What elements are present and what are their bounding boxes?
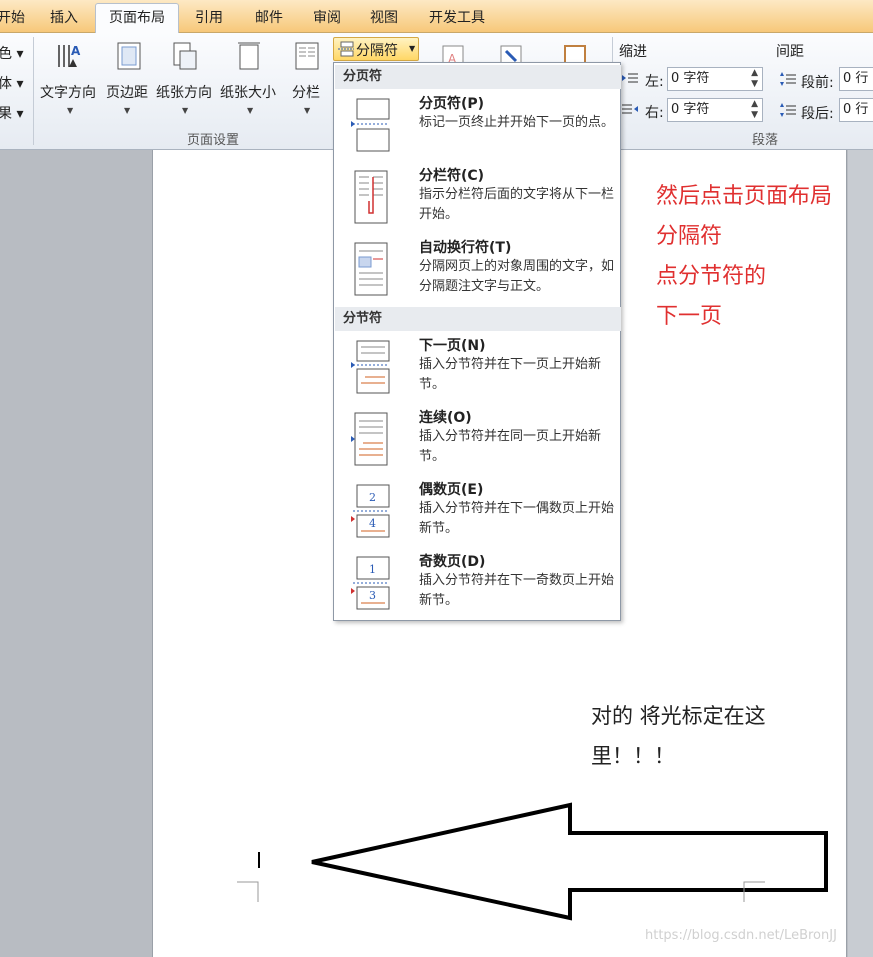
svg-text:1: 1: [369, 563, 376, 576]
breaks-dropdown-menu: 分页符 分页符(P) 标记一页终止并开始下一页的点。 分栏符(C) 指示分栏符后…: [333, 62, 621, 621]
svg-text:4: 4: [369, 517, 376, 530]
menu-item-column-break[interactable]: 分栏符(C) 指示分栏符后面的文字将从下一栏开始。: [335, 163, 621, 231]
menu-item-even-page[interactable]: 2 4 偶数页(E) 插入分节符并在下一偶数页上开始新节。: [335, 477, 621, 545]
section-breaks-header: 分节符: [335, 307, 621, 331]
next-page-break-icon: [351, 340, 390, 394]
menu-item-title: 下一页(N): [419, 338, 486, 354]
even-page-break-icon: 2 4: [351, 484, 390, 538]
menu-item-title: 分栏符(C): [419, 168, 485, 184]
menu-item-title: 奇数页(D): [419, 554, 486, 570]
menu-item-next-page[interactable]: 下一页(N) 插入分节符并在下一页上开始新节。: [335, 333, 621, 401]
menu-item-title: 分页符(P): [419, 96, 485, 112]
menu-item-desc: 插入分节符并在下一奇数页上开始新节。: [419, 573, 615, 608]
menu-item-title: 偶数页(E): [419, 482, 484, 498]
menu-item-desc: 指示分栏符后面的文字将从下一栏开始。: [419, 187, 615, 222]
menu-item-page-break[interactable]: 分页符(P) 标记一页终止并开始下一页的点。: [335, 91, 621, 159]
text-wrapping-break-icon: [354, 242, 388, 296]
menu-item-odd-page[interactable]: 1 3 奇数页(D) 插入分节符并在下一奇数页上开始新节。: [335, 549, 621, 617]
watermark-text: https://blog.csdn.net/LeBronJJ: [645, 928, 837, 943]
menu-item-desc: 插入分节符并在下一页上开始新节。: [419, 357, 602, 392]
column-break-icon: [354, 170, 388, 224]
continuous-break-icon: [351, 412, 388, 466]
page-breaks-header: 分页符: [335, 65, 621, 89]
big-arrow-shape: [311, 802, 828, 921]
menu-item-desc: 插入分节符并在同一页上开始新节。: [419, 429, 602, 464]
page-break-icon: [351, 98, 390, 152]
menu-item-title: 自动换行符(T): [419, 240, 512, 256]
margin-corner-mark: [237, 881, 259, 902]
menu-item-text-wrapping-break[interactable]: 自动换行符(T) 分隔网页上的对象周围的文字，如分隔题注文字与正文。: [335, 235, 621, 303]
svg-text:3: 3: [369, 589, 376, 602]
menu-item-desc: 分隔网页上的对象周围的文字，如分隔题注文字与正文。: [419, 259, 615, 294]
odd-page-break-icon: 1 3: [351, 556, 390, 610]
menu-item-title: 连续(O): [419, 410, 472, 426]
menu-item-continuous[interactable]: 连续(O) 插入分节符并在同一页上开始新节。: [335, 405, 621, 473]
menu-item-desc: 标记一页终止并开始下一页的点。: [419, 115, 615, 130]
svg-text:2: 2: [369, 491, 376, 504]
menu-item-desc: 插入分节符并在下一偶数页上开始新节。: [419, 501, 615, 536]
